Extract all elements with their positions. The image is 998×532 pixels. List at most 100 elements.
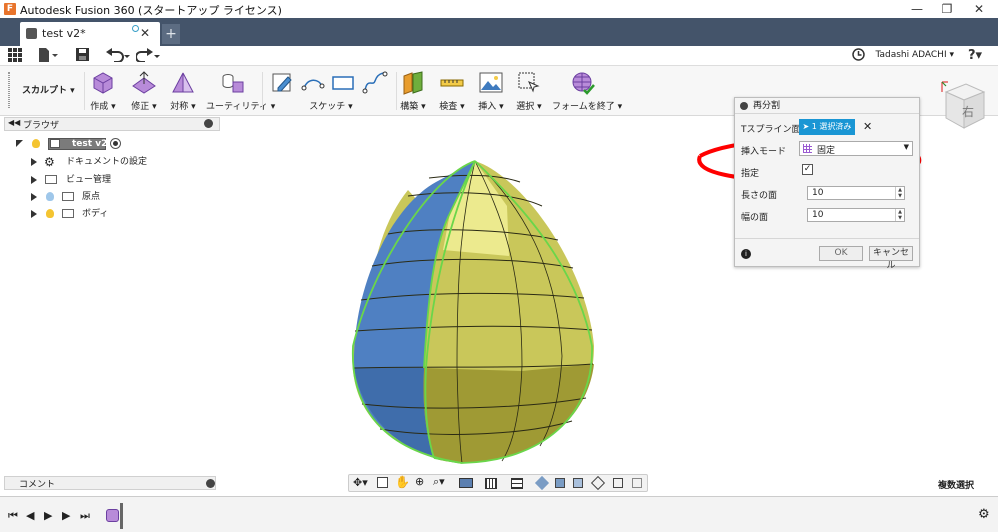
visual-style-control-icon[interactable] [573,478,583,488]
modify-group[interactable]: 修正 ▾ [126,68,162,114]
collapse-icon[interactable]: ◀◀ [8,118,20,127]
timeline-marker[interactable] [120,503,123,529]
insert-mode-value: 固定 [817,146,836,156]
go-to-end-icon[interactable]: ⏭ [80,509,90,523]
specify-checkbox[interactable]: ✓ [802,164,813,175]
pan-icon[interactable]: ✋ [395,475,410,489]
visibility-bulb-icon[interactable] [46,192,54,201]
gear-icon: ⚙ [44,155,55,169]
sketch-label: スケッチ ▾ [309,102,353,112]
look-at-icon[interactable] [377,477,388,488]
maximize-button[interactable]: ❐ [932,0,962,18]
zoom-icon[interactable]: ⊕ [415,475,424,488]
browser-panel: ◀◀ ブラウザ test v2 ⚙ ドキュメントの設定 ビュー管理 原点 ボディ [0,116,222,476]
browser-item[interactable]: ⚙ ドキュメントの設定 [0,154,220,170]
visual-style-smooth-icon[interactable] [534,475,550,491]
form-feature-icon[interactable] [106,509,119,522]
close-button[interactable]: ✕ [964,0,994,18]
width-faces-spinner[interactable]: ▲ ▼ [895,209,904,221]
sketch-line-icon [301,79,325,91]
expand-arrow-icon[interactable] [16,140,23,147]
job-status-icon[interactable] [852,48,865,64]
visibility-bulb-icon[interactable] [32,139,40,148]
fit-icon[interactable]: ⌕▾ [433,475,445,489]
width-faces-input[interactable]: 10 ▲ ▼ [807,208,905,222]
face-select-button[interactable]: ➤ 1 選択済み [799,119,855,135]
inspect-group[interactable]: 検査 ▾ [434,68,470,114]
cancel-button[interactable]: キャンセル [869,246,913,271]
info-icon[interactable]: i [741,249,751,259]
visual-style-box-icon[interactable] [555,478,565,488]
width-faces-value: 10 [812,210,824,220]
document-icon [50,139,60,148]
browser-item[interactable]: 原点 [0,189,220,205]
step-back-icon[interactable]: ◀ [26,509,34,522]
length-faces-input[interactable]: 10 ▲ ▼ [807,186,905,200]
browser-options-icon[interactable] [204,119,213,128]
dialog-header[interactable]: 再分割 [735,98,919,114]
visual-style-edges-icon[interactable] [613,478,623,488]
create-label: 作成 ▾ [90,102,116,112]
expand-arrow-icon[interactable] [31,158,37,166]
construct-plane-icon [403,71,423,95]
expand-arrow-icon[interactable] [31,176,37,184]
new-tab-button[interactable]: + [162,24,180,44]
help-menu-icon[interactable]: ?▾ [968,48,982,64]
browser-item-label: ドキュメントの設定 [66,157,148,167]
display-settings-icon[interactable] [459,478,473,488]
expand-arrow-icon[interactable] [31,193,37,201]
cloud-status-icon [132,25,139,32]
grid-snaps-icon[interactable] [485,478,497,489]
viewcube[interactable]: 右 [936,76,986,132]
visual-style-wire-icon[interactable] [590,475,606,491]
insert-group[interactable]: 挿入 ▾ [474,68,508,114]
symmetry-label: 対称 ▾ [170,102,196,112]
finish-form-group[interactable]: フォームを終了 ▾ [552,68,622,114]
width-faces-label: 幅の面 [741,213,769,223]
browser-root-row[interactable]: test v2 [0,136,220,152]
expand-arrow-icon[interactable] [31,210,37,218]
orbit-icon[interactable]: ✥▾ [353,476,368,489]
specify-label: 指定 [741,169,760,179]
utility-group[interactable]: ユーティリティ ▾ [206,68,275,114]
construct-group[interactable]: 構築 ▾ [398,68,428,114]
grid-menu-icon[interactable] [8,48,22,64]
clear-selection-icon[interactable]: ✕ [863,120,872,133]
timeline-settings-gear-icon[interactable]: ⚙ [978,507,990,522]
browser-header[interactable]: ◀◀ ブラウザ [4,117,220,131]
ribbon-separator [396,72,397,110]
browser-item[interactable]: ビュー管理 [0,172,220,188]
symmetry-group[interactable]: 対称 ▾ [166,68,200,114]
dialog-collapse-icon[interactable] [740,102,748,110]
sketch-group[interactable]: スケッチ ▾ [266,68,396,114]
modify-form-icon [132,71,156,94]
document-tab[interactable]: test v2* ✕ [20,22,160,46]
add-comment-icon[interactable] [206,479,215,488]
insert-mode-dropdown[interactable]: 固定 ▼ [799,141,913,156]
symmetry-icon [172,72,194,93]
play-icon[interactable]: ▶ [44,509,52,522]
visual-style-outline-icon[interactable] [632,478,642,488]
workspace-switcher[interactable]: スカルプト ▾ [22,83,75,96]
insert-mode-label: 挿入モード [741,147,787,157]
redo-icon[interactable] [135,48,160,64]
tspline-egg-body[interactable] [351,160,594,464]
undo-icon[interactable] [106,48,130,64]
browser-item[interactable]: ボディ [0,206,220,222]
viewports-icon[interactable] [511,478,523,489]
close-tab-button[interactable]: ✕ [140,26,150,40]
comments-panel[interactable]: コメント [4,476,216,490]
length-faces-spinner[interactable]: ▲ ▼ [895,187,904,199]
visibility-bulb-icon[interactable] [46,209,54,218]
step-forward-icon[interactable]: ▶ [62,509,70,522]
create-group[interactable]: 作成 ▾ [88,68,118,114]
select-group[interactable]: 選択 ▾ [512,68,546,114]
user-account-menu[interactable]: Tadashi ADACHI ▾ [875,50,954,60]
viewcube-face-label[interactable]: 右 [962,103,974,120]
folder-icon [62,209,74,218]
minimize-button[interactable]: — [902,0,932,18]
save-icon[interactable] [76,48,89,64]
go-to-start-icon[interactable]: ⏮ [8,509,18,523]
ok-button[interactable]: OK [819,246,863,261]
file-menu-icon[interactable] [38,48,58,64]
